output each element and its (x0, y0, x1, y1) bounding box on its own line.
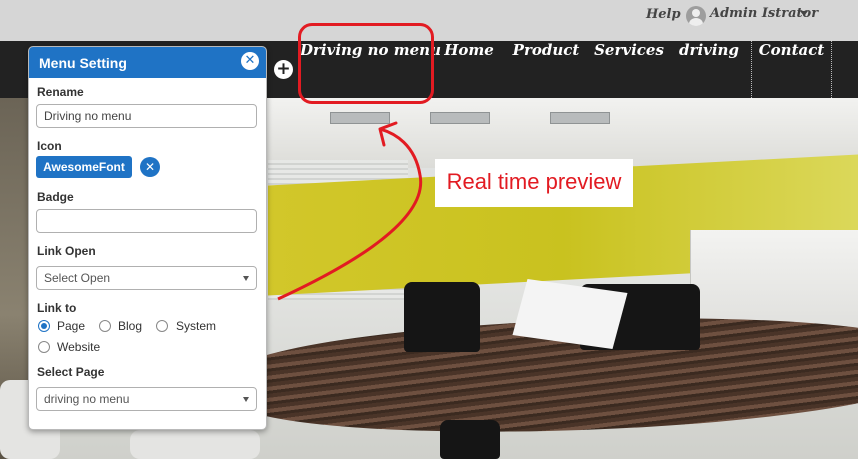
preview-highlight-box (298, 23, 434, 104)
link-open-select[interactable]: Select Open (36, 266, 257, 290)
badge-input[interactable] (36, 209, 257, 233)
radio-page[interactable] (38, 320, 50, 332)
nav-item-services[interactable]: Services (590, 41, 668, 98)
link-to-label: Link to (37, 301, 77, 315)
curved-arrow-icon (277, 121, 423, 301)
radio-website-label: Website (57, 340, 101, 354)
chevron-down-icon (243, 276, 249, 281)
select-page-select[interactable]: driving no menu (36, 387, 257, 411)
radio-system[interactable] (156, 320, 168, 332)
link-open-value: Select Open (44, 271, 111, 285)
nav-item-contact[interactable]: Contact (751, 41, 832, 98)
radio-system-label: System (176, 319, 217, 333)
link-open-label: Link Open (37, 244, 96, 258)
menu-setting-panel: Menu Setting ✕ Rename Driving no menu Ic… (28, 46, 267, 430)
icon-picker-button[interactable]: AwesomeFont (36, 156, 132, 178)
rename-label: Rename (37, 85, 84, 99)
panel-title: Menu Setting (39, 55, 127, 71)
plus-icon[interactable]: + (274, 60, 293, 79)
preview-annotation: Real time preview (435, 159, 633, 207)
chevron-down-icon (243, 397, 249, 402)
caret-down-icon[interactable] (800, 11, 808, 16)
remove-icon[interactable]: ✕ (140, 157, 160, 177)
help-link[interactable]: Help (646, 7, 681, 22)
panel-header: Menu Setting ✕ (29, 47, 266, 78)
select-page-label: Select Page (37, 365, 105, 379)
radio-website[interactable] (38, 341, 50, 353)
select-page-value: driving no menu (44, 392, 130, 406)
close-icon[interactable]: ✕ (241, 52, 259, 70)
radio-page-label: Page (57, 319, 86, 333)
radio-blog-label: Blog (118, 319, 143, 333)
nav-item-driving[interactable]: driving (672, 41, 746, 98)
icon-label: Icon (37, 139, 62, 153)
user-avatar-icon[interactable] (686, 6, 706, 26)
badge-label: Badge (37, 190, 74, 204)
radio-blog[interactable] (99, 320, 111, 332)
rename-input[interactable]: Driving no menu (36, 104, 257, 128)
nav-item-home[interactable]: Home (436, 41, 502, 98)
nav-item-product[interactable]: Product (505, 41, 587, 98)
